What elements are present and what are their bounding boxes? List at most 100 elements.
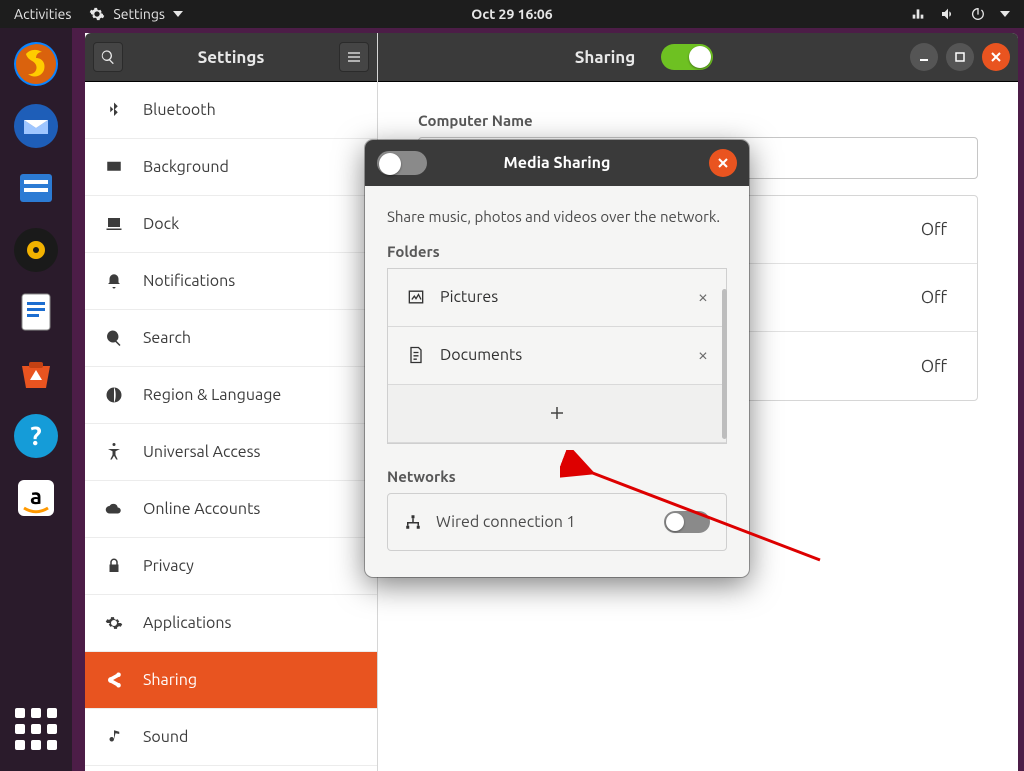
row-state: Off — [921, 288, 947, 307]
dialog-title: Media Sharing — [504, 154, 611, 172]
sidebar-item-applications[interactable]: Applications — [85, 595, 377, 652]
networks-list: Wired connection 1 — [387, 493, 727, 551]
content-headerbar: Sharing — [378, 33, 1018, 82]
sidebar-item-label: Bluetooth — [143, 101, 216, 119]
gear-icon — [103, 614, 125, 632]
remove-folder-button[interactable]: × — [698, 345, 708, 365]
sidebar-item-sound[interactable]: Sound — [85, 709, 377, 766]
document-icon — [406, 345, 426, 365]
folders-heading: Folders — [387, 243, 727, 260]
sidebar-item-label: Dock — [143, 215, 179, 233]
networks-heading: Networks — [387, 468, 727, 485]
dock-app-amazon[interactable]: a — [8, 470, 64, 526]
sidebar-item-label: Notifications — [143, 272, 235, 290]
power-icon[interactable] — [970, 6, 986, 22]
dock-show-applications[interactable] — [8, 701, 64, 757]
window-minimize-button[interactable] — [910, 43, 938, 71]
sidebar-title: Settings — [198, 48, 265, 67]
svg-text:a: a — [30, 484, 42, 509]
screen: Activities Settings Oct 29 16:06 ? a — [0, 0, 1024, 771]
dock-app-thunderbird[interactable] — [8, 98, 64, 154]
accessibility-icon — [103, 443, 125, 461]
sharing-master-toggle[interactable] — [661, 44, 713, 70]
dock-icon — [103, 215, 125, 233]
share-icon — [103, 671, 125, 689]
sidebar-item-privacy[interactable]: Privacy — [85, 538, 377, 595]
window-close-button[interactable] — [982, 43, 1010, 71]
clock[interactable]: Oct 29 16:06 — [471, 6, 552, 22]
wired-network-icon — [404, 513, 422, 531]
chevron-down-icon — [173, 11, 183, 17]
app-menu[interactable]: Settings — [89, 6, 183, 22]
dialog-description: Share music, photos and videos over the … — [387, 206, 727, 229]
bluetooth-icon — [103, 101, 125, 119]
ubuntu-dock: ? a — [0, 28, 72, 771]
sidebar-item-background[interactable]: Background — [85, 139, 377, 196]
dialog-headerbar: Media Sharing — [365, 140, 749, 186]
folder-name: Documents — [440, 346, 522, 364]
computer-name-label: Computer Name — [418, 112, 978, 129]
svg-text:?: ? — [30, 421, 41, 450]
sidebar-item-universal-access[interactable]: Universal Access — [85, 424, 377, 481]
dock-app-help[interactable]: ? — [8, 408, 64, 464]
dock-app-files[interactable] — [8, 160, 64, 216]
sidebar-item-online-accounts[interactable]: Online Accounts — [85, 481, 377, 538]
network-name: Wired connection 1 — [436, 513, 576, 531]
folder-row-documents[interactable]: Documents × — [388, 327, 726, 385]
row-state: Off — [921, 220, 947, 239]
dock-app-libreoffice[interactable] — [8, 284, 64, 340]
remove-folder-button[interactable]: × — [698, 287, 708, 307]
app-menu-label: Settings — [113, 6, 165, 22]
sidebar-item-region-language[interactable]: Region & Language — [85, 367, 377, 424]
sidebar-item-bluetooth[interactable]: Bluetooth — [85, 82, 377, 139]
sidebar-item-dock[interactable]: Dock — [85, 196, 377, 253]
settings-sidebar: Settings Bluetooth Background Dock Notifica… — [85, 33, 378, 771]
sidebar-item-label: Search — [143, 329, 191, 347]
network-icon[interactable] — [910, 6, 926, 22]
close-icon — [990, 51, 1002, 63]
note-icon — [103, 728, 125, 746]
sidebar-item-search[interactable]: Search — [85, 310, 377, 367]
dialog-close-button[interactable] — [709, 149, 737, 177]
content-title: Sharing — [575, 48, 636, 67]
dock-app-software[interactable] — [8, 346, 64, 402]
sidebar-item-label: Online Accounts — [143, 500, 260, 518]
media-sharing-toggle[interactable] — [377, 151, 427, 175]
sidebar-item-label: Sharing — [143, 671, 197, 689]
hamburger-icon — [346, 49, 362, 65]
bell-icon — [103, 272, 125, 290]
window-maximize-button[interactable] — [946, 43, 974, 71]
minimize-icon — [918, 51, 930, 63]
search-icon — [103, 329, 125, 347]
sidebar-item-notifications[interactable]: Notifications — [85, 253, 377, 310]
plus-icon — [548, 404, 566, 422]
globe-icon — [103, 386, 125, 404]
lock-icon — [103, 557, 125, 575]
media-sharing-dialog: Media Sharing Share music, photos and vi… — [365, 140, 749, 577]
cloud-icon — [103, 500, 125, 518]
network-toggle[interactable] — [664, 511, 710, 533]
sidebar-item-sharing[interactable]: Sharing — [85, 652, 377, 709]
folder-row-pictures[interactable]: Pictures × — [388, 269, 726, 327]
row-state: Off — [921, 357, 947, 376]
folder-name: Pictures — [440, 288, 498, 306]
sidebar-item-label: Sound — [143, 728, 188, 746]
close-icon — [717, 157, 729, 169]
system-menu-chevron-icon[interactable] — [1000, 11, 1010, 17]
gnome-topbar: Activities Settings Oct 29 16:06 — [0, 0, 1024, 28]
folders-list: Pictures × Documents × — [387, 268, 727, 444]
dock-app-firefox[interactable] — [8, 36, 64, 92]
monitor-icon — [103, 158, 125, 176]
sidebar-item-label: Region & Language — [143, 386, 281, 404]
sidebar-headerbar: Settings — [85, 33, 377, 82]
add-folder-button[interactable] — [388, 385, 726, 443]
search-button[interactable] — [93, 42, 123, 72]
sidebar-item-label: Applications — [143, 614, 231, 632]
hamburger-button[interactable] — [339, 42, 369, 72]
volume-icon[interactable] — [940, 6, 956, 22]
dock-app-rhythmbox[interactable] — [8, 222, 64, 278]
picture-icon — [406, 287, 426, 307]
activities-button[interactable]: Activities — [14, 6, 71, 22]
gear-icon — [89, 6, 105, 22]
sidebar-item-label: Background — [143, 158, 229, 176]
